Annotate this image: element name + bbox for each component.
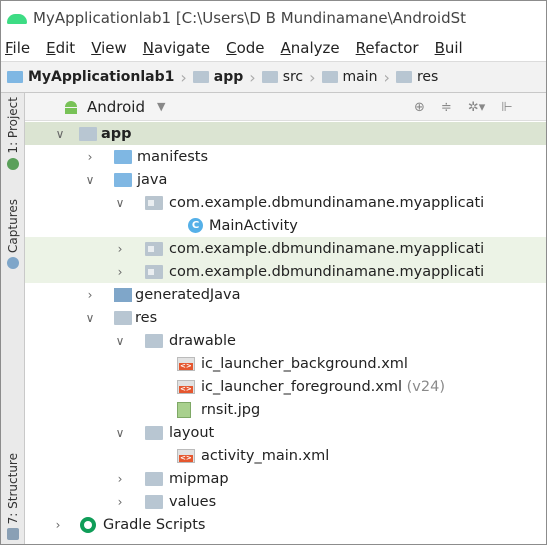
tree-item-package[interactable]: › com.example.dbmundinamane.myapplicati xyxy=(25,237,546,260)
tree-item-manifests[interactable]: › manifests xyxy=(25,145,546,168)
tree-item-gradle-scripts[interactable]: › Gradle Scripts xyxy=(25,513,546,536)
chevron-right-icon[interactable]: › xyxy=(83,150,97,164)
breadcrumb-separator: › xyxy=(180,67,187,87)
tree-item-res[interactable]: ∨ res xyxy=(25,306,546,329)
folder-icon xyxy=(114,149,132,164)
chevron-down-icon[interactable]: ∨ xyxy=(83,173,97,187)
res-folder-icon xyxy=(395,71,412,83)
chevron-down-icon[interactable]: ∨ xyxy=(83,311,97,325)
folder-icon xyxy=(114,172,132,187)
tab-captures[interactable]: Captures xyxy=(1,199,25,269)
menu-view[interactable]: View xyxy=(91,39,127,57)
breadcrumb-app[interactable]: app xyxy=(192,69,243,85)
hide-panel-icon[interactable]: ⊩ xyxy=(501,100,512,115)
gear-icon[interactable]: ✲▾ xyxy=(468,100,485,115)
menu-code[interactable]: Code xyxy=(226,39,264,57)
chevron-right-icon[interactable]: › xyxy=(51,518,65,532)
qualifier-label: (v24) xyxy=(406,378,445,395)
tree-item-image-file[interactable]: rnsit.jpg xyxy=(25,398,546,421)
tree-item-mainactivity[interactable]: C MainActivity xyxy=(25,214,546,237)
xml-file-icon xyxy=(177,379,195,394)
structure-tool-icon xyxy=(7,528,19,541)
captures-tool-icon xyxy=(7,256,19,269)
folder-icon xyxy=(145,425,163,440)
package-icon xyxy=(145,195,163,210)
menu-file[interactable]: File xyxy=(5,39,30,57)
breadcrumb-res[interactable]: res xyxy=(395,69,438,85)
menu-bar: File Edit View Navigate Code Analyze Ref… xyxy=(1,35,546,61)
android-studio-icon xyxy=(7,11,27,25)
sync-icon[interactable]: ⊕ xyxy=(414,100,425,115)
menu-refactor[interactable]: Refactor xyxy=(356,39,419,57)
package-icon xyxy=(145,241,163,256)
folder-icon xyxy=(145,494,163,509)
tree-item-mipmap[interactable]: › mipmap xyxy=(25,467,546,490)
project-tool-icon xyxy=(7,157,19,170)
breadcrumb-project[interactable]: MyApplicationlab1 xyxy=(7,69,174,85)
breadcrumb-separator: › xyxy=(249,67,256,87)
panel-toolbar: ⊕ ≑ ✲▾ ⊩ xyxy=(414,93,513,121)
tree-item-values[interactable]: › values xyxy=(25,490,546,513)
left-tool-strip: 1: Project Captures 7: Structure xyxy=(1,93,25,544)
tree-item-xml-file[interactable]: ic_launcher_foreground.xml (v24) xyxy=(25,375,546,398)
tab-structure[interactable]: 7: Structure xyxy=(1,453,25,541)
breadcrumb-src[interactable]: src xyxy=(261,69,303,85)
folder-icon xyxy=(261,71,278,83)
breadcrumb: MyApplicationlab1 › app › src › main › r… xyxy=(1,61,546,93)
tree-item-generatedjava[interactable]: › generatedJava xyxy=(25,283,546,306)
chevron-right-icon[interactable]: › xyxy=(113,495,127,509)
chevron-down-icon[interactable]: ▼ xyxy=(157,100,165,113)
breadcrumb-separator: › xyxy=(309,67,316,87)
module-folder-icon xyxy=(79,126,97,141)
xml-file-icon xyxy=(177,356,195,371)
title-bar: MyApplicationlab1 [C:\Users\D B Mundinam… xyxy=(1,1,546,35)
menu-analyze[interactable]: Analyze xyxy=(281,39,340,57)
chevron-down-icon[interactable]: ∨ xyxy=(113,196,127,210)
project-folder-icon xyxy=(7,71,23,83)
chevron-right-icon[interactable]: › xyxy=(113,265,127,279)
tree-item-package[interactable]: › com.example.dbmundinamane.myapplicati xyxy=(25,260,546,283)
tab-project[interactable]: 1: Project xyxy=(1,97,25,170)
folder-icon xyxy=(145,471,163,486)
chevron-right-icon[interactable]: › xyxy=(83,288,97,302)
menu-edit[interactable]: Edit xyxy=(46,39,75,57)
tree-item-xml-file[interactable]: activity_main.xml xyxy=(25,444,546,467)
chevron-right-icon[interactable]: › xyxy=(113,242,127,256)
breadcrumb-main[interactable]: main xyxy=(321,69,378,85)
menu-navigate[interactable]: Navigate xyxy=(143,39,210,57)
android-icon xyxy=(65,100,77,114)
image-file-icon xyxy=(177,401,191,418)
tree-item-layout[interactable]: ∨ layout xyxy=(25,421,546,444)
xml-file-icon xyxy=(177,448,195,463)
collapse-all-icon[interactable]: ≑ xyxy=(441,100,452,115)
chevron-down-icon[interactable]: ∨ xyxy=(113,334,127,348)
project-tree: ∨ app › manifests ∨ java ∨ com.example.d… xyxy=(25,121,546,544)
tree-item-java[interactable]: ∨ java xyxy=(25,168,546,191)
window-title: MyApplicationlab1 [C:\Users\D B Mundinam… xyxy=(33,9,467,27)
chevron-right-icon[interactable]: › xyxy=(113,472,127,486)
menu-build[interactable]: Buil xyxy=(435,39,463,57)
folder-icon xyxy=(145,333,163,348)
gradle-icon xyxy=(80,516,96,533)
project-panel-header: Android ▼ ⊕ ≑ ✲▾ ⊩ xyxy=(25,93,546,121)
breadcrumb-separator: › xyxy=(383,67,390,87)
generated-folder-icon xyxy=(114,287,132,302)
tree-item-package[interactable]: ∨ com.example.dbmundinamane.myapplicati xyxy=(25,191,546,214)
tree-item-app[interactable]: ∨ app xyxy=(25,122,546,145)
ide-window: MyApplicationlab1 [C:\Users\D B Mundinam… xyxy=(0,0,547,545)
package-icon xyxy=(145,264,163,279)
class-icon: C xyxy=(188,218,203,233)
chevron-down-icon[interactable]: ∨ xyxy=(113,426,127,440)
tree-item-drawable[interactable]: ∨ drawable xyxy=(25,329,546,352)
project-view-selector[interactable]: Android xyxy=(87,98,145,116)
folder-icon xyxy=(321,71,338,83)
res-folder-icon xyxy=(114,310,132,325)
chevron-down-icon[interactable]: ∨ xyxy=(53,127,67,141)
module-folder-icon xyxy=(192,71,209,83)
tree-item-xml-file[interactable]: ic_launcher_background.xml xyxy=(25,352,546,375)
